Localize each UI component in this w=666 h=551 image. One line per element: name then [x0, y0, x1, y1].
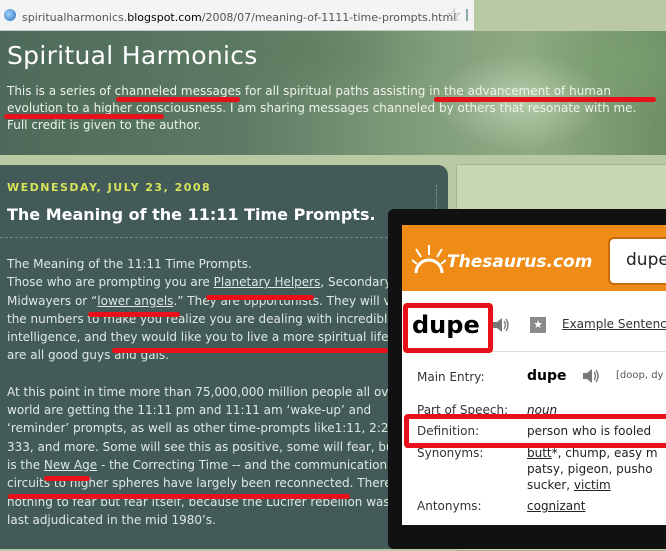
- thesaurus-sun-icon: [412, 245, 446, 274]
- url-prefix: spiritualharmonics.: [22, 11, 128, 24]
- thesaurus-panel: Thesaurus.com dupe dupe ★ Example Senten…: [402, 225, 666, 525]
- main-entry-value: dupe: [527, 368, 567, 384]
- text-fragment: is the: [7, 457, 44, 472]
- post-date: WEDNESDAY, JULY 23, 2008: [7, 181, 212, 194]
- synonym-link[interactable]: victim: [574, 478, 611, 492]
- synonym-text: sucker,: [527, 478, 574, 492]
- blog-title[interactable]: Spiritual Harmonics: [7, 41, 258, 70]
- favorite-star-icon[interactable]: ★: [530, 317, 546, 333]
- post-line: last adjudicated in the mid 1980’s.: [7, 512, 216, 527]
- annotation-box-headword: [403, 303, 493, 353]
- synonyms-line: patsy, pigeon, pusho: [527, 462, 653, 476]
- text-fragment: , Secondary: [320, 275, 392, 290]
- bookmark-star-icon[interactable]: ☆: [446, 5, 462, 26]
- post-line: the numbers to make you realize you are …: [7, 311, 395, 326]
- post-panel: WEDNESDAY, JULY 23, 2008 The Meaning of …: [0, 165, 448, 549]
- synonyms-line: sucker, victim: [527, 478, 611, 492]
- synonyms-label: Synonyms:: [417, 446, 484, 460]
- reload-icon[interactable]: [466, 9, 476, 21]
- speaker-icon[interactable]: [582, 368, 600, 384]
- annotation-underline: [44, 476, 90, 481]
- link-lower-angels[interactable]: lower angels: [97, 294, 173, 308]
- synonym-text: *, chump, easy m: [551, 446, 658, 460]
- annotation-underline: [112, 348, 388, 353]
- link-new-age[interactable]: New Age: [44, 458, 97, 472]
- post-line: The Meaning of the 11:11 Time Prompts.: [7, 257, 252, 271]
- address-bar[interactable]: spiritualharmonics.blogspot.com/2008/07/…: [0, 0, 474, 31]
- main-entry-label: Main Entry:: [417, 370, 485, 384]
- text-fragment: - the Correcting Time -- and the communi…: [97, 457, 388, 472]
- annotation-underline: [88, 312, 180, 317]
- header-gap: [0, 155, 450, 165]
- thesaurus-logo[interactable]: Thesaurus.com: [447, 252, 592, 272]
- thesaurus-search-input[interactable]: dupe: [608, 237, 666, 285]
- post-line: is the New Age - the Correcting Time -- …: [7, 456, 447, 474]
- antonyms-label: Antonyms:: [417, 499, 482, 513]
- annotation-underline: [434, 97, 656, 102]
- post-line: Those who are prompting you are Planetar…: [7, 273, 447, 291]
- annotation-underline: [116, 97, 240, 102]
- post-line: 333, and more. Some will see this as pos…: [7, 439, 394, 454]
- post-line: ‘reminder’ prompts, as well as other tim…: [7, 421, 397, 436]
- search-value: dupe: [626, 250, 666, 270]
- post-title-text: The Meaning of the 11:11 Time Prompts: [7, 205, 370, 224]
- annotation-underline: [4, 114, 164, 119]
- synonym-link[interactable]: butt: [527, 446, 552, 460]
- example-sentences-link[interactable]: Example Sentenc: [562, 317, 666, 331]
- link-planetary-helpers[interactable]: Planetary Helpers: [214, 275, 321, 289]
- blog-description: This is a series of channeled messages f…: [7, 84, 637, 132]
- url-path: /2008/07/meaning-of-1111-time-prompts.ht…: [201, 11, 457, 24]
- annotation-underline: [8, 494, 350, 499]
- antonyms-line: cognizant: [527, 499, 585, 513]
- site-icon: [4, 9, 16, 21]
- speaker-icon[interactable]: [492, 317, 510, 333]
- antonym-link[interactable]: cognizant: [527, 499, 585, 513]
- text-fragment: Midwayers or “: [7, 293, 98, 308]
- post-title-suffix: .: [369, 205, 376, 224]
- post-divider: [0, 237, 448, 238]
- blog-header: Spiritual Harmonics This is a series of …: [0, 31, 666, 155]
- post-line: intelligence, and they would like you to…: [7, 330, 393, 345]
- pronunciation: [doop, dy: [616, 370, 664, 381]
- text-fragment: Those who are prompting you are: [7, 275, 214, 290]
- post-line: world are getting the 11:11 pm and 11:11…: [7, 403, 372, 418]
- url-text[interactable]: spiritualharmonics.blogspot.com/2008/07/…: [22, 11, 456, 24]
- post-title[interactable]: The Meaning of the 11:11 Time Prompts.: [7, 205, 376, 224]
- annotation-underline: [206, 295, 314, 300]
- post-line: At this point in time more than 75,000,0…: [7, 384, 396, 399]
- url-domain: blogspot.com: [127, 11, 202, 24]
- annotation-box-definition: [404, 414, 666, 448]
- synonyms-line: butt*, chump, easy m: [527, 446, 658, 460]
